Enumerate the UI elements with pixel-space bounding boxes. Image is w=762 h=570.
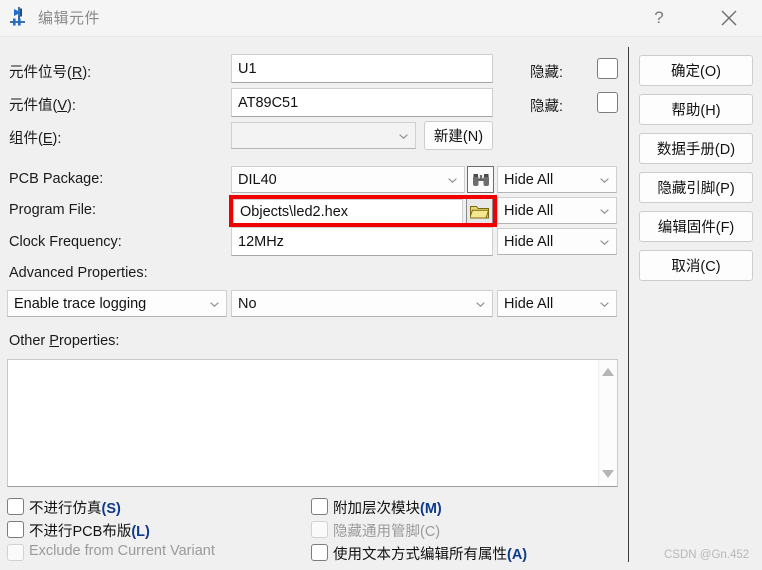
label-other-properties: Other Properties: bbox=[9, 333, 120, 349]
help-icon[interactable]: ? bbox=[636, 0, 682, 36]
pcb-package-hide-value: Hide All bbox=[504, 171, 554, 188]
help-button[interactable]: 帮助(H) bbox=[639, 94, 753, 125]
checkbox-label-no-simulation: 不进行仿真(S) bbox=[29, 501, 121, 517]
checkbox-label-exclude-variant: Exclude from Current Variant bbox=[29, 543, 215, 559]
chevron-down-icon bbox=[210, 301, 219, 307]
label-element: 组件(E): bbox=[9, 131, 62, 147]
pcb-package-combo[interactable]: DIL40 bbox=[231, 166, 465, 193]
scroll-up-icon[interactable] bbox=[602, 368, 614, 376]
element-combo[interactable] bbox=[231, 122, 416, 149]
program-file-browse-button[interactable] bbox=[466, 198, 493, 225]
other-properties-textarea[interactable] bbox=[7, 359, 618, 487]
label-program-file: Program File: bbox=[9, 202, 97, 218]
label-clock-frequency: Clock Frequency: bbox=[9, 234, 122, 250]
edit-component-dialog: 编辑元件 ? 元件位号(R): 元件值(V): 组件(E): PCB Packa… bbox=[0, 0, 762, 570]
label-value: 元件值(V): bbox=[9, 98, 76, 114]
checkbox-attach-hierarchy-module[interactable] bbox=[311, 498, 328, 515]
pcb-package-hide-combo[interactable]: Hide All bbox=[497, 166, 617, 193]
other-properties-scrollbar[interactable] bbox=[598, 360, 617, 486]
ok-button[interactable]: 确定(O) bbox=[639, 55, 753, 86]
chevron-down-icon bbox=[476, 301, 485, 307]
label-reference: 元件位号(R): bbox=[9, 65, 92, 81]
binoculars-icon bbox=[472, 173, 489, 186]
checkbox-no-simulation[interactable] bbox=[7, 498, 24, 515]
program-file-hide-combo[interactable]: Hide All bbox=[497, 197, 617, 224]
edit-firmware-button[interactable]: 编辑固件(F) bbox=[639, 211, 753, 242]
checkbox-no-pcb-layout[interactable] bbox=[7, 521, 24, 538]
checkbox-exclude-variant[interactable] bbox=[7, 544, 24, 561]
hide-label-value: 隐藏: bbox=[530, 99, 564, 115]
advanced-property-value-combo[interactable]: No bbox=[231, 290, 493, 317]
pcb-package-value: DIL40 bbox=[238, 171, 277, 188]
advanced-value: No bbox=[238, 295, 257, 312]
chevron-down-icon bbox=[600, 301, 609, 307]
program-file-input[interactable]: Objects\led2.hex bbox=[233, 199, 463, 224]
chevron-down-icon bbox=[600, 208, 609, 214]
reference-input[interactable]: U1 bbox=[231, 54, 493, 83]
title-bar: 编辑元件 ? bbox=[0, 0, 762, 37]
hide-pins-button[interactable]: 隐藏引脚(P) bbox=[639, 172, 753, 203]
close-icon[interactable] bbox=[706, 0, 752, 36]
panel-divider bbox=[628, 47, 629, 562]
checkbox-edit-all-as-text[interactable] bbox=[311, 544, 328, 561]
clock-frequency-hide-combo[interactable]: Hide All bbox=[497, 228, 617, 255]
label-pcb-package: PCB Package: bbox=[9, 171, 104, 187]
value-input[interactable]: AT89C51 bbox=[231, 88, 493, 117]
clock-frequency-input[interactable]: 12MHz bbox=[231, 227, 493, 256]
chevron-down-icon bbox=[448, 177, 457, 183]
advanced-hide-value: Hide All bbox=[504, 295, 554, 312]
new-element-button[interactable]: 新建(N) bbox=[424, 121, 493, 150]
hide-checkbox-value[interactable] bbox=[597, 92, 618, 113]
checkbox-label-hide-common-pins: 隐藏通用管脚(C) bbox=[333, 524, 441, 540]
scroll-down-icon[interactable] bbox=[602, 470, 614, 478]
chevron-down-icon bbox=[600, 239, 609, 245]
hide-label-reference: 隐藏: bbox=[530, 65, 564, 81]
checkbox-label-no-pcb-layout: 不进行PCB布版(L) bbox=[29, 524, 150, 540]
chevron-down-icon bbox=[399, 133, 408, 139]
window-title: 编辑元件 bbox=[38, 10, 101, 27]
watermark: CSDN @Gn.452 bbox=[664, 549, 750, 561]
hide-checkbox-reference[interactable] bbox=[597, 58, 618, 79]
help-glyph: ? bbox=[654, 8, 664, 27]
pcb-package-browse-button[interactable] bbox=[467, 166, 494, 193]
datasheet-button[interactable]: 数据手册(D) bbox=[639, 133, 753, 164]
checkbox-label-edit-all-as-text: 使用文本方式编辑所有属性(A) bbox=[333, 547, 528, 563]
advanced-property-combo[interactable]: Enable trace logging bbox=[7, 290, 227, 317]
component-diode-icon bbox=[8, 6, 32, 30]
checkbox-hide-common-pins[interactable] bbox=[311, 521, 328, 538]
checkbox-label-attach-hierarchy-module: 附加层次模块(M) bbox=[333, 501, 442, 517]
advanced-property-value: Enable trace logging bbox=[14, 295, 147, 312]
folder-open-icon bbox=[470, 206, 489, 219]
chevron-down-icon bbox=[600, 177, 609, 183]
clock-frequency-hide-value: Hide All bbox=[504, 233, 554, 250]
cancel-button[interactable]: 取消(C) bbox=[639, 250, 753, 281]
label-advanced-properties: Advanced Properties: bbox=[9, 265, 148, 281]
advanced-hide-combo[interactable]: Hide All bbox=[497, 290, 617, 317]
program-file-hide-value: Hide All bbox=[504, 202, 554, 219]
